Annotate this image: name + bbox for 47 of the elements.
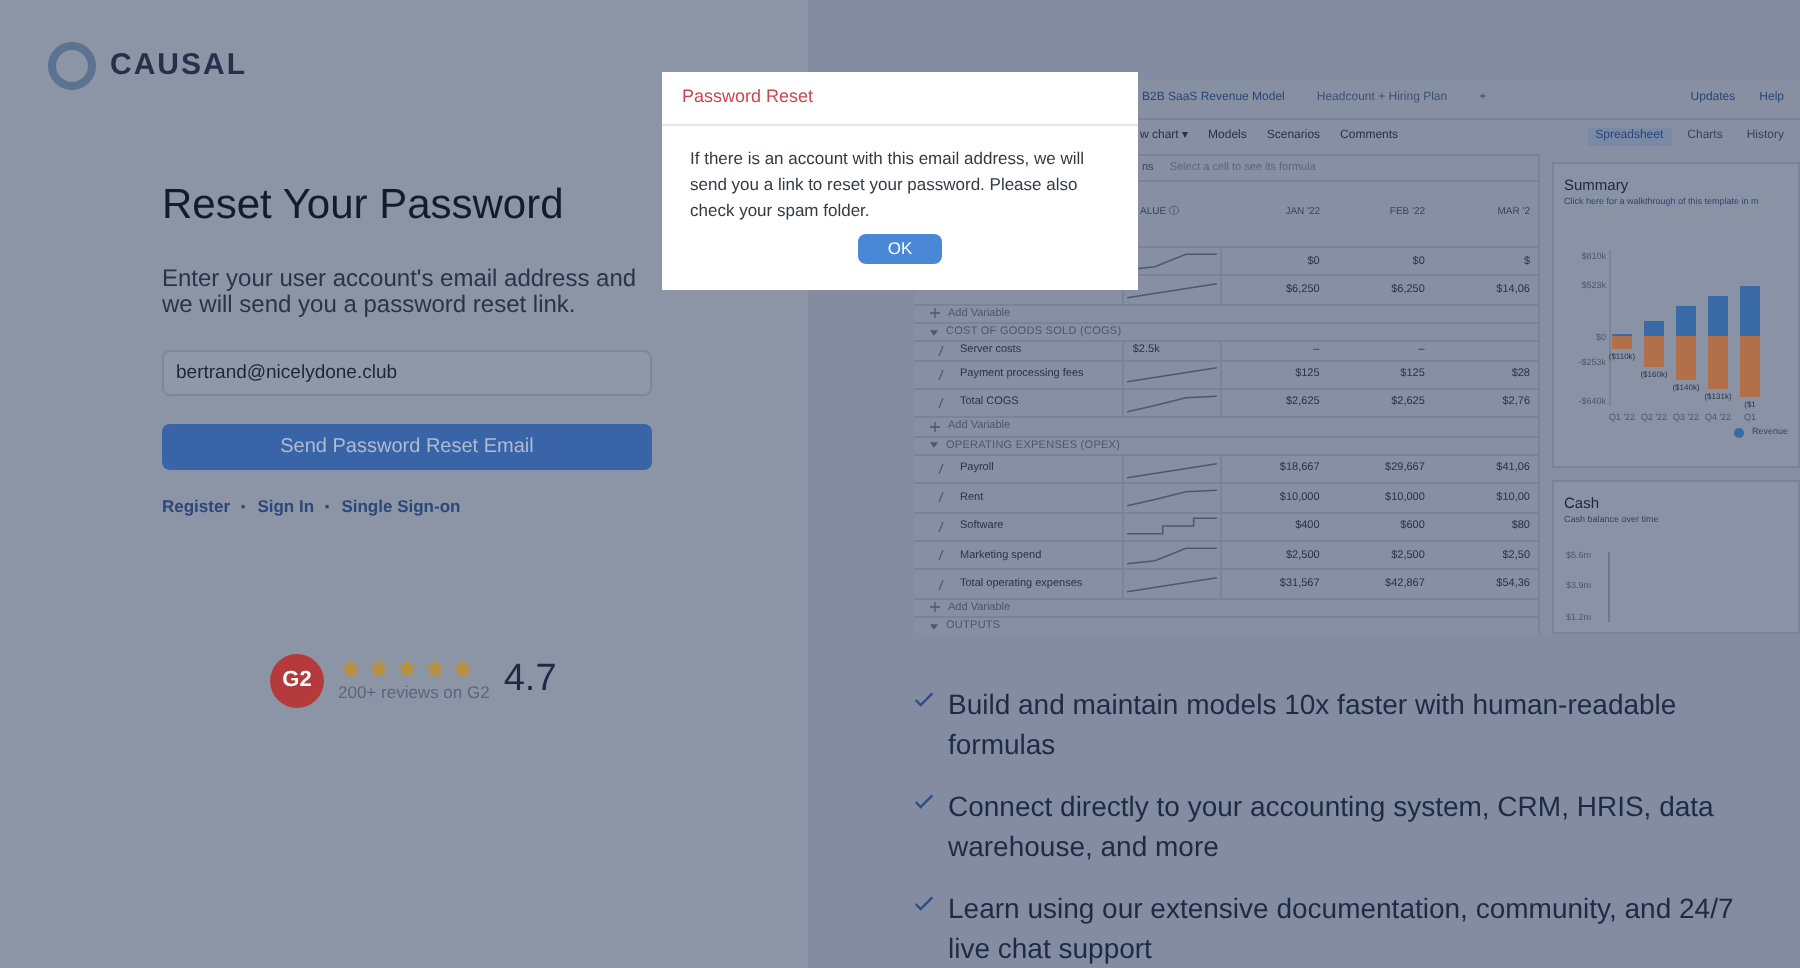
slash-icon (938, 345, 944, 356)
chart-bar (1708, 296, 1728, 336)
caret-icon (930, 442, 938, 449)
slash-icon (938, 492, 944, 503)
logo-ring-icon (48, 42, 96, 90)
auth-link[interactable]: Sign In (257, 494, 315, 521)
g2-badge: G2 (270, 653, 324, 708)
plus-icon (930, 602, 940, 613)
rating-score: 4.7 (503, 656, 557, 704)
caret-icon (930, 623, 938, 630)
chart-bar (1740, 336, 1760, 397)
star-icon (338, 655, 364, 680)
caret-icon (930, 329, 938, 336)
email-field[interactable]: bertrand@nicelydone.club (162, 349, 652, 395)
slash-icon (938, 521, 944, 532)
plus-icon (930, 308, 940, 319)
feature-text: Build and maintain models 10x faster with human-readable formulas (948, 686, 1679, 764)
feature-text: Learn using our extensive documentation, community, and 24/7 live chat support (948, 890, 1736, 968)
slash-icon (938, 464, 944, 474)
auth-link[interactable]: Single Sign-on (341, 494, 461, 521)
logo-text: CAUSAL (110, 45, 247, 86)
description-text: Enter your user account's email address and we will send you a password reset link. (162, 265, 639, 317)
chart-bar (1708, 336, 1728, 389)
plus-icon (930, 421, 940, 432)
star-icon (422, 655, 448, 680)
checkmark-icon (914, 894, 934, 914)
star-icon (394, 655, 420, 680)
dialog-title: Password Reset (662, 72, 1138, 126)
page-title: Reset Your Password (162, 180, 564, 232)
sparkline-drawing (1124, 541, 1221, 570)
checkmark-icon (914, 690, 934, 710)
ok-button[interactable]: OK (858, 234, 942, 264)
slash-icon (938, 550, 944, 561)
dialog-message: If there is an account with this email address, we will send you a link to reset your password. Please also check your spam folder. (688, 146, 1087, 224)
slash-icon (938, 579, 944, 590)
slash-icon (938, 369, 944, 380)
separator-dot: · (324, 493, 332, 523)
separator-dot: · (240, 493, 248, 523)
auth-link[interactable]: Register (162, 494, 231, 521)
slash-icon (938, 398, 944, 409)
checkmark-icon (914, 792, 934, 812)
sparkline-drawing (1124, 512, 1221, 541)
chart-bar (1740, 286, 1760, 336)
send-reset-email-button[interactable]: Send Password Reset Email (162, 423, 652, 469)
feature-text: Connect directly to your accounting system, CRM, HRIS, data warehouse, and more (948, 788, 1716, 866)
star-icon (366, 655, 392, 680)
star-icon (450, 655, 476, 680)
